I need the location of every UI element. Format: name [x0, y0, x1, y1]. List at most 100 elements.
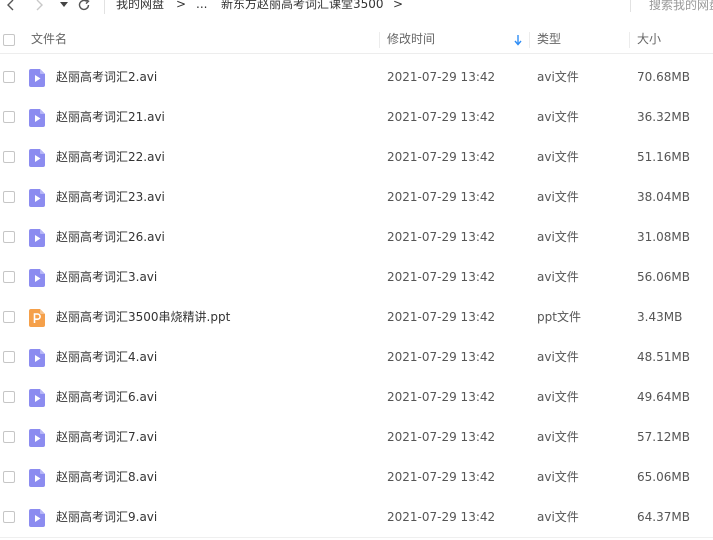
file-modified-time: 2021-07-29 13:42	[387, 150, 496, 164]
file-name[interactable]: 赵丽高考词汇22.avi	[56, 137, 165, 177]
file-size: 31.08MB	[637, 230, 690, 244]
file-size: 3.43MB	[637, 310, 683, 324]
select-all-checkbox[interactable]	[3, 34, 15, 46]
file-modified-time: 2021-07-29 13:42	[387, 110, 496, 124]
file-size: 49.64MB	[637, 390, 690, 404]
file-name[interactable]: 赵丽高考词汇9.avi	[56, 497, 157, 537]
file-name[interactable]: 赵丽高考词汇6.avi	[56, 377, 157, 417]
file-modified-time: 2021-07-29 13:42	[387, 270, 496, 284]
column-header-size[interactable]: 大小	[637, 26, 661, 53]
row-checkbox[interactable]	[3, 351, 15, 363]
file-type: avi文件	[537, 390, 579, 404]
file-name[interactable]: 赵丽高考词汇7.avi	[56, 417, 157, 457]
file-list: 赵丽高考词汇2.avi 2021-07-29 13:42 avi文件 70.68…	[0, 57, 713, 537]
row-checkbox[interactable]	[3, 71, 15, 83]
column-divider	[379, 32, 380, 48]
table-row[interactable]: 赵丽高考词汇4.avi 2021-07-29 13:42 avi文件 48.51…	[0, 337, 713, 377]
refresh-button[interactable]	[75, 0, 93, 14]
video-file-icon	[29, 269, 45, 287]
table-row[interactable]: 赵丽高考词汇6.avi 2021-07-29 13:42 avi文件 49.64…	[0, 377, 713, 417]
table-row[interactable]: 赵丽高考词汇21.avi 2021-07-29 13:42 avi文件 36.3…	[0, 97, 713, 137]
column-header-name[interactable]: 文件名	[31, 26, 67, 53]
row-checkbox[interactable]	[3, 511, 15, 523]
video-file-icon	[29, 469, 45, 487]
search-input[interactable]	[649, 0, 713, 14]
video-file-icon	[29, 509, 45, 527]
table-row[interactable]: 赵丽高考词汇7.avi 2021-07-29 13:42 avi文件 57.12…	[0, 417, 713, 457]
history-dropdown-button[interactable]	[58, 0, 70, 14]
chevron-right-icon	[36, 0, 43, 11]
sort-descending-icon[interactable]	[513, 34, 523, 46]
file-type: ppt文件	[537, 310, 581, 324]
file-type: avi文件	[537, 350, 579, 364]
navigation-bar: 我的网盘 > ... 新东方赵丽高考词汇课堂3500 >	[0, 0, 713, 14]
table-row[interactable]: 赵丽高考词汇2.avi 2021-07-29 13:42 avi文件 70.68…	[0, 57, 713, 97]
list-bottom-divider	[0, 537, 713, 538]
table-row[interactable]: 赵丽高考词汇22.avi 2021-07-29 13:42 avi文件 51.1…	[0, 137, 713, 177]
file-modified-time: 2021-07-29 13:42	[387, 190, 496, 204]
breadcrumb-current-folder[interactable]: 新东方赵丽高考词汇课堂3500	[221, 0, 384, 12]
file-list-header: 文件名 修改时间 类型 大小	[0, 26, 713, 54]
file-type: avi文件	[537, 110, 579, 124]
file-modified-time: 2021-07-29 13:42	[387, 310, 496, 324]
file-name[interactable]: 赵丽高考词汇3500串烧精讲.ppt	[56, 297, 230, 337]
video-file-icon	[29, 229, 45, 247]
video-file-icon	[29, 429, 45, 447]
file-name[interactable]: 赵丽高考词汇2.avi	[56, 57, 157, 97]
breadcrumb-root[interactable]: 我的网盘	[116, 0, 164, 12]
table-row[interactable]: 赵丽高考词汇26.avi 2021-07-29 13:42 avi文件 31.0…	[0, 217, 713, 257]
file-modified-time: 2021-07-29 13:42	[387, 70, 496, 84]
video-file-icon	[29, 109, 45, 127]
search-box[interactable]	[630, 0, 713, 14]
row-checkbox[interactable]	[3, 191, 15, 203]
refresh-icon	[78, 0, 90, 11]
row-checkbox[interactable]	[3, 471, 15, 483]
row-checkbox[interactable]	[3, 271, 15, 283]
file-name[interactable]: 赵丽高考词汇8.avi	[56, 457, 157, 497]
back-button[interactable]	[2, 0, 20, 14]
row-checkbox[interactable]	[3, 311, 15, 323]
file-type: avi文件	[537, 470, 579, 484]
file-name[interactable]: 赵丽高考词汇23.avi	[56, 177, 165, 217]
row-checkbox[interactable]	[3, 391, 15, 403]
column-header-type[interactable]: 类型	[537, 26, 561, 53]
file-name[interactable]: 赵丽高考词汇4.avi	[56, 337, 157, 377]
file-size: 70.68MB	[637, 70, 690, 84]
table-row[interactable]: 赵丽高考词汇3.avi 2021-07-29 13:42 avi文件 56.06…	[0, 257, 713, 297]
file-modified-time: 2021-07-29 13:42	[387, 470, 496, 484]
table-row[interactable]: 赵丽高考词汇8.avi 2021-07-29 13:42 avi文件 65.06…	[0, 457, 713, 497]
file-name[interactable]: 赵丽高考词汇21.avi	[56, 97, 165, 137]
file-type: avi文件	[537, 270, 579, 284]
column-header-modified[interactable]: 修改时间	[387, 26, 435, 53]
column-divider	[529, 32, 530, 48]
breadcrumb-separator: >	[176, 0, 187, 11]
column-divider	[629, 32, 630, 48]
file-size: 57.12MB	[637, 430, 690, 444]
row-checkbox[interactable]	[3, 151, 15, 163]
forward-button[interactable]	[30, 0, 48, 14]
video-file-icon	[29, 389, 45, 407]
file-name[interactable]: 赵丽高考词汇26.avi	[56, 217, 165, 257]
file-type: avi文件	[537, 430, 579, 444]
table-row[interactable]: 赵丽高考词汇23.avi 2021-07-29 13:42 avi文件 38.0…	[0, 177, 713, 217]
row-checkbox[interactable]	[3, 111, 15, 123]
video-file-icon	[29, 149, 45, 167]
file-modified-time: 2021-07-29 13:42	[387, 390, 496, 404]
breadcrumb-ellipsis[interactable]: ...	[196, 0, 207, 12]
table-row[interactable]: 赵丽高考词汇3500串烧精讲.ppt 2021-07-29 13:42 ppt文…	[0, 297, 713, 337]
file-size: 64.37MB	[637, 510, 690, 524]
file-name[interactable]: 赵丽高考词汇3.avi	[56, 257, 157, 297]
file-size: 65.06MB	[637, 470, 690, 484]
table-row[interactable]: 赵丽高考词汇9.avi 2021-07-29 13:42 avi文件 64.37…	[0, 497, 713, 537]
breadcrumb-separator[interactable]: >	[393, 0, 403, 12]
row-checkbox[interactable]	[3, 231, 15, 243]
video-file-icon	[29, 69, 45, 87]
file-type: avi文件	[537, 70, 579, 84]
file-modified-time: 2021-07-29 13:42	[387, 350, 496, 364]
file-size: 38.04MB	[637, 190, 690, 204]
video-file-icon	[29, 349, 45, 367]
file-size: 56.06MB	[637, 270, 690, 284]
file-size: 51.16MB	[637, 150, 690, 164]
file-modified-time: 2021-07-29 13:42	[387, 510, 496, 524]
row-checkbox[interactable]	[3, 431, 15, 443]
